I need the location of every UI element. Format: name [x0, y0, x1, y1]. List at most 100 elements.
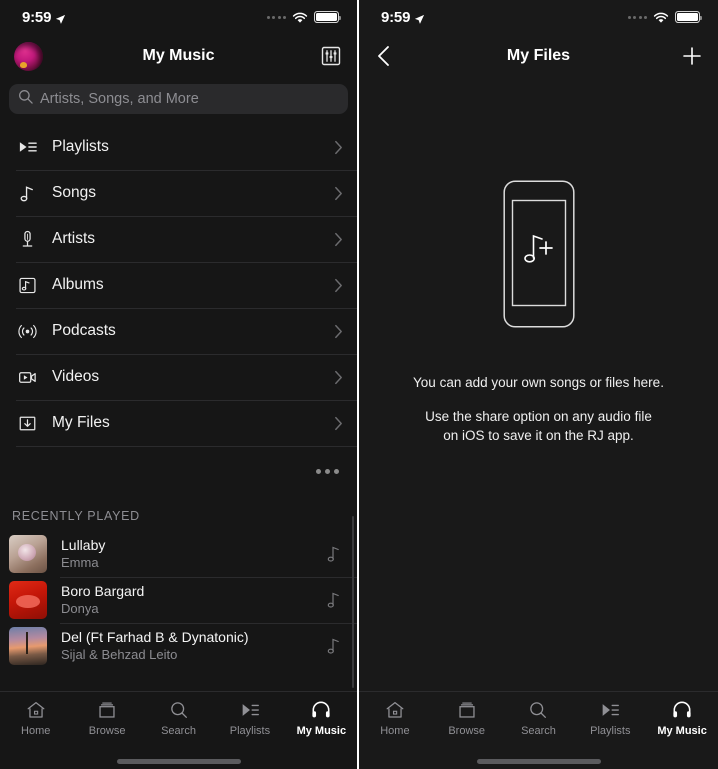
browse-icon: [456, 699, 478, 721]
chevron-right-icon: [334, 140, 343, 155]
track-meta: Lullaby Emma: [61, 537, 325, 571]
track-artist: Emma: [61, 555, 99, 570]
status-bar: 9:59: [0, 0, 357, 34]
tab-my-music[interactable]: My Music: [646, 699, 718, 737]
chevron-right-icon: [334, 324, 343, 339]
tab-search[interactable]: Search: [503, 699, 575, 737]
track-artist: Sijal & Behzad Leito: [61, 647, 178, 662]
home-icon: [384, 699, 406, 721]
playlist-icon: [16, 136, 38, 158]
recently-played-list: Lullaby Emma Boro Bargard Donya Del (Ft …: [0, 531, 357, 669]
menu-item-label: Podcasts: [52, 322, 116, 339]
menu-item-podcasts[interactable]: Podcasts: [0, 308, 357, 354]
tab-label: Playlists: [229, 725, 271, 737]
tab-browse[interactable]: Browse: [431, 699, 503, 737]
tab-label: Browse: [448, 725, 486, 737]
signal-dots-icon: [627, 15, 647, 19]
empty-state: You can add your own songs or files here…: [359, 78, 718, 691]
status-bar-right: [266, 11, 342, 23]
tab-search[interactable]: Search: [143, 699, 214, 737]
home-indicator[interactable]: [0, 753, 357, 769]
chevron-right-icon: [334, 232, 343, 247]
status-time: 9:59: [381, 8, 411, 26]
library-menu: Playlists Songs Artists Albums Podcasts …: [0, 124, 357, 447]
right-phone-screen: 9:59 My Files You can add your own songs…: [359, 0, 718, 769]
video-icon: [16, 366, 38, 388]
download-box-icon: [16, 412, 38, 434]
tab-browse[interactable]: Browse: [71, 699, 142, 737]
tab-label: My Music: [296, 725, 347, 737]
recently-played-header: RECENTLY PLAYED: [12, 509, 140, 523]
menu-item-playlists[interactable]: Playlists: [0, 124, 357, 170]
signal-dots-icon: [266, 15, 286, 19]
status-bar-left: 9:59: [381, 9, 425, 26]
chevron-right-icon: [334, 186, 343, 201]
menu-item-label: Albums: [52, 276, 104, 293]
menu-item-label: Songs: [52, 184, 96, 201]
tab-label: Playlists: [590, 725, 631, 737]
equalizer-icon[interactable]: [319, 44, 343, 68]
list-item[interactable]: Boro Bargard Donya: [0, 577, 357, 623]
tab-home[interactable]: Home: [0, 699, 71, 737]
scrollbar-thumb[interactable]: [351, 516, 354, 688]
chevron-right-icon: [334, 370, 343, 385]
tab-playlists[interactable]: Playlists: [574, 699, 646, 737]
status-bar: 9:59: [359, 0, 718, 34]
search-placeholder: Artists, Songs, and More: [40, 91, 199, 107]
menu-item-songs[interactable]: Songs: [0, 170, 357, 216]
tab-bar: Home Browse Search Playlists My Music: [359, 691, 718, 753]
menu-item-albums[interactable]: Albums: [0, 262, 357, 308]
tab-bar: Home Browse Search Playlists My Music: [0, 691, 357, 753]
status-bar-right: [627, 11, 703, 23]
track-meta: Boro Bargard Donya: [61, 583, 325, 617]
battery-full-icon: [314, 11, 342, 23]
music-note-icon: [16, 182, 38, 204]
user-avatar[interactable]: [14, 41, 43, 71]
music-note-icon[interactable]: [325, 544, 343, 564]
menu-item-artists[interactable]: Artists: [0, 216, 357, 262]
left-nav-bar: My Music: [0, 34, 357, 78]
music-note-icon[interactable]: [325, 590, 343, 610]
more-options-icon[interactable]: [316, 468, 339, 474]
album-icon: [16, 274, 38, 296]
tab-label: My Music: [657, 725, 707, 737]
search-input[interactable]: Artists, Songs, and More: [9, 84, 348, 114]
location-arrow-icon: [55, 12, 66, 24]
tab-playlists[interactable]: Playlists: [214, 699, 285, 737]
empty-state-line2: Use the share option on any audio file o…: [425, 409, 652, 443]
tab-label: Home: [21, 725, 51, 737]
right-nav-bar: My Files: [359, 34, 718, 78]
location-arrow-icon: [414, 12, 425, 24]
page-title: My Files: [506, 47, 571, 64]
empty-state-line1: You can add your own songs or files here…: [413, 375, 664, 390]
menu-item-label: Artists: [52, 230, 96, 247]
track-title: Boro Bargard: [61, 583, 145, 599]
search-icon: [18, 89, 33, 109]
podcast-icon: [16, 320, 38, 342]
tab-my-music[interactable]: My Music: [286, 699, 357, 737]
microphone-icon: [16, 228, 38, 250]
track-artist: Donya: [61, 601, 99, 616]
battery-full-icon: [675, 11, 703, 23]
wifi-icon: [653, 11, 669, 23]
menu-item-label: My Files: [52, 414, 110, 431]
home-indicator[interactable]: [359, 753, 718, 769]
music-note-icon[interactable]: [325, 636, 343, 656]
menu-item-videos[interactable]: Videos: [0, 354, 357, 400]
screenshot-stage: 9:59 My Music Artists, Songs, and More P…: [0, 0, 718, 769]
phone-with-add-music-icon: [502, 180, 575, 328]
list-item[interactable]: Del (Ft Farhad B & Dynatonic) Sijal & Be…: [0, 623, 357, 669]
chevron-right-icon: [334, 416, 343, 431]
tab-home[interactable]: Home: [359, 699, 431, 737]
plus-icon[interactable]: [680, 44, 704, 68]
headphones-icon: [310, 699, 332, 721]
playlist-icon: [239, 699, 261, 721]
track-title: Del (Ft Farhad B & Dynatonic): [61, 629, 249, 645]
list-item[interactable]: Lullaby Emma: [0, 531, 357, 577]
menu-item-my-files[interactable]: My Files: [0, 400, 357, 446]
tab-label: Search: [521, 725, 556, 737]
back-chevron-icon[interactable]: [373, 44, 395, 68]
tab-label: Search: [161, 725, 196, 737]
track-title: Lullaby: [61, 537, 106, 553]
status-time: 9:59: [22, 8, 52, 26]
